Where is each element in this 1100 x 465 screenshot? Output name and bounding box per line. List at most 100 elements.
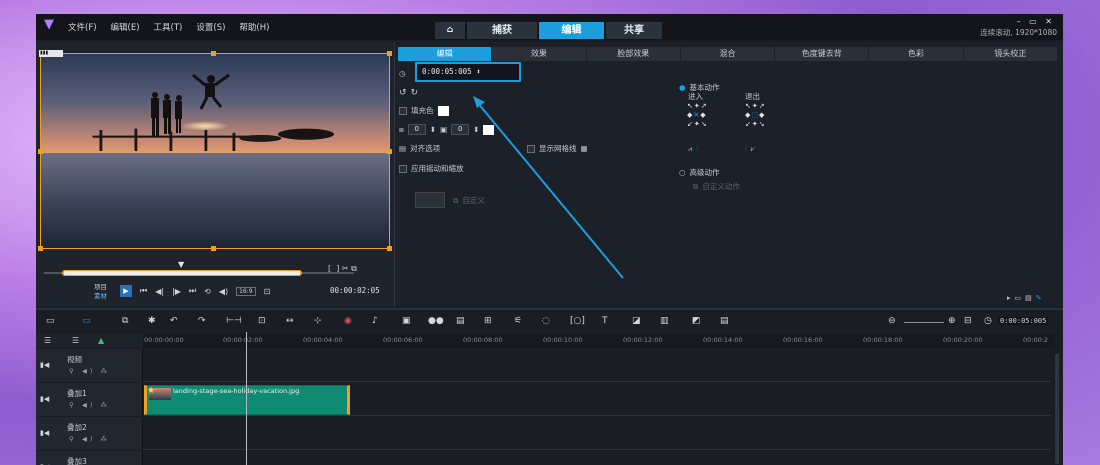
magic-icon[interactable]: ✱: [148, 316, 156, 326]
tab-options-edit[interactable]: 编辑: [398, 47, 493, 61]
histogram-icon[interactable]: ▥: [660, 316, 669, 326]
clip-label[interactable]: 素材: [94, 292, 107, 301]
tab-options-chroma-key[interactable]: 色度键去背: [775, 47, 870, 61]
duration-input[interactable]: 0:00:05:005 ⬍: [415, 62, 521, 82]
fill-color-checkbox[interactable]: [399, 106, 407, 115]
repeat-icon[interactable]: ⟲: [204, 287, 211, 296]
fade-in-icon[interactable]: ⩘: [688, 145, 692, 154]
border-width-stepper-icon[interactable]: ⬍: [430, 125, 436, 134]
resize-handle-left[interactable]: [38, 149, 43, 154]
storyboard-view-icon[interactable]: ▭: [46, 316, 55, 326]
track-header[interactable]: ▮◀ 叠加3 ⚲ ◀) ⁂: [36, 451, 143, 465]
edit-icon[interactable]: ✎: [1036, 294, 1042, 302]
zoom-in-icon[interactable]: ⊕: [948, 316, 956, 326]
tab-options-lens-correction[interactable]: 镜头校正: [964, 47, 1058, 61]
pause-in-icon[interactable]: ⫶: [696, 145, 698, 154]
mask-icon[interactable]: ◌: [542, 316, 550, 326]
timeline-timecode[interactable]: 0:00:05:005: [998, 317, 1049, 325]
color-grade-icon[interactable]: ◪: [632, 316, 641, 326]
volume-icon[interactable]: ◀): [219, 287, 228, 296]
text-icon[interactable]: T: [602, 316, 608, 326]
pause-out-icon[interactable]: ⫶: [745, 145, 747, 154]
pan-zoom-checkbox[interactable]: [399, 164, 407, 173]
pan-zoom-preset-select[interactable]: [415, 192, 445, 208]
redo-icon[interactable]: ↷: [198, 316, 206, 326]
menu-help[interactable]: 帮助(H): [239, 21, 269, 33]
tab-options-face-effect[interactable]: 脸部效果: [587, 47, 681, 61]
undo-icon[interactable]: ↶: [170, 316, 178, 326]
split-icon[interactable]: ⊢⊣: [226, 316, 242, 326]
enter-fade-icons[interactable]: ⩘ ⫶: [688, 145, 698, 154]
go-start-icon[interactable]: ⏮: [140, 286, 147, 296]
tab-edit[interactable]: 编辑: [539, 22, 604, 39]
track-tools[interactable]: ⚲ ◀) ⁂: [69, 435, 110, 443]
rotate-left-icon[interactable]: ↺: [399, 88, 407, 98]
expand-arrow-icon[interactable]: ▸: [1007, 294, 1011, 302]
add-track-icon[interactable]: ▲: [98, 336, 104, 345]
preview-timecode[interactable]: 00:00:02:05: [330, 286, 380, 295]
record-icon[interactable]: ◉: [344, 316, 352, 326]
scrubber[interactable]: ▼: [44, 260, 354, 280]
track-visibility-icon[interactable]: ☰: [72, 336, 79, 345]
menu-tools[interactable]: 工具(T): [154, 21, 183, 33]
crop-icon[interactable]: ⊡: [258, 316, 266, 326]
tab-options-color[interactable]: 色彩: [869, 47, 964, 61]
track-header[interactable]: ▮◀ 叠加2 ⚲ ◀) ⁂: [36, 417, 143, 450]
layout-icon[interactable]: ▭: [1015, 294, 1022, 302]
home-icon[interactable]: ⌂: [435, 22, 465, 39]
motion-track-icon[interactable]: ●●: [428, 316, 444, 326]
tab-capture[interactable]: 捕获: [467, 22, 537, 39]
resize-handle-bottom[interactable]: [211, 246, 216, 251]
track-list-icon[interactable]: ☰: [44, 336, 51, 345]
custom-motion[interactable]: ⧉ 自定义动作: [693, 181, 740, 192]
resize-handle-bottom-right[interactable]: [387, 246, 392, 251]
snapshot-icon[interactable]: ◩: [692, 316, 701, 326]
multi-cam-icon[interactable]: ⊞: [484, 316, 492, 326]
resize-handle-top-right[interactable]: [387, 51, 392, 56]
rotate-right-icon[interactable]: ↻: [411, 88, 419, 98]
track-tools[interactable]: ⚲ ◀) ⁂: [69, 367, 110, 375]
resize-handle-top[interactable]: [211, 51, 216, 56]
window-controls[interactable]: – ▭ ✕: [1017, 17, 1055, 26]
basic-motion-radio[interactable]: ●: [679, 83, 686, 92]
panel-footer-icons[interactable]: ▸ ▭ ▤ ✎: [1007, 294, 1042, 302]
scrubber-head-icon[interactable]: ▼: [178, 260, 184, 269]
exit-fade-icons[interactable]: ⫶ ⩗: [745, 145, 755, 154]
preview-image[interactable]: [40, 53, 390, 249]
zoom-slider[interactable]: [904, 322, 944, 323]
exit-motion-grid[interactable]: ↖✦↗ ◆⬚◆ ↙✦↘: [745, 102, 766, 129]
timeline-clip[interactable]: ★ landing-stage-sea-holiday-vacation.jpg: [144, 385, 350, 415]
aspect-ratio-select[interactable]: 16:9: [236, 286, 256, 296]
mark-icon[interactable]: ⊹: [314, 316, 322, 326]
advanced-motion-radio[interactable]: ○: [679, 168, 686, 177]
zoom-out-icon[interactable]: ⊖: [888, 316, 896, 326]
speed-icon[interactable]: ⚟: [514, 316, 522, 326]
prev-frame-icon[interactable]: ◀|: [155, 287, 164, 296]
timeline-scrollbar[interactable]: [1055, 354, 1059, 464]
play-button[interactable]: ▶: [120, 285, 132, 297]
fade-out-icon[interactable]: ⩗: [751, 145, 755, 154]
track-header[interactable]: ▮◀ 叠加1 ⚲ ◀) ⁂: [36, 383, 143, 416]
track-header[interactable]: ▮◀ 视频 ⚲ ◀) ⁂: [36, 349, 143, 382]
resize-handle-right[interactable]: [387, 149, 392, 154]
tab-options-effect[interactable]: 效果: [492, 47, 587, 61]
track-tools[interactable]: ⚲ ◀) ⁂: [69, 401, 110, 409]
menu-edit[interactable]: 编辑(E): [111, 21, 140, 33]
stretch-icon[interactable]: ↔: [286, 316, 294, 326]
film-icon[interactable]: ▤: [1025, 294, 1032, 302]
fit-timeline-icon[interactable]: ⊟: [964, 316, 972, 326]
zoom-preview-icon[interactable]: ⊡: [264, 287, 271, 296]
align-options-label[interactable]: 对齐选项: [410, 143, 440, 154]
border-width-input[interactable]: 0: [407, 124, 426, 135]
timeline-playhead[interactable]: [246, 332, 247, 465]
time-ruler[interactable]: 00:00:00:00 00:00:02:00 00:00:04:00 00:0…: [143, 334, 1055, 348]
fill-color-swatch[interactable]: [437, 105, 449, 116]
tab-options-blend[interactable]: 混合: [681, 47, 776, 61]
go-end-icon[interactable]: ⏭: [189, 286, 196, 296]
resize-handle-bottom-left[interactable]: [38, 246, 43, 251]
enter-motion-grid[interactable]: ↖✦↗ ◆✕◆ ↙✦↘: [687, 102, 708, 129]
project-label[interactable]: 项目: [94, 283, 107, 292]
render-icon[interactable]: ▤: [720, 316, 729, 326]
timeline-view-icon[interactable]: ▭: [82, 316, 91, 326]
title-editor-icon[interactable]: ▤: [456, 316, 465, 326]
